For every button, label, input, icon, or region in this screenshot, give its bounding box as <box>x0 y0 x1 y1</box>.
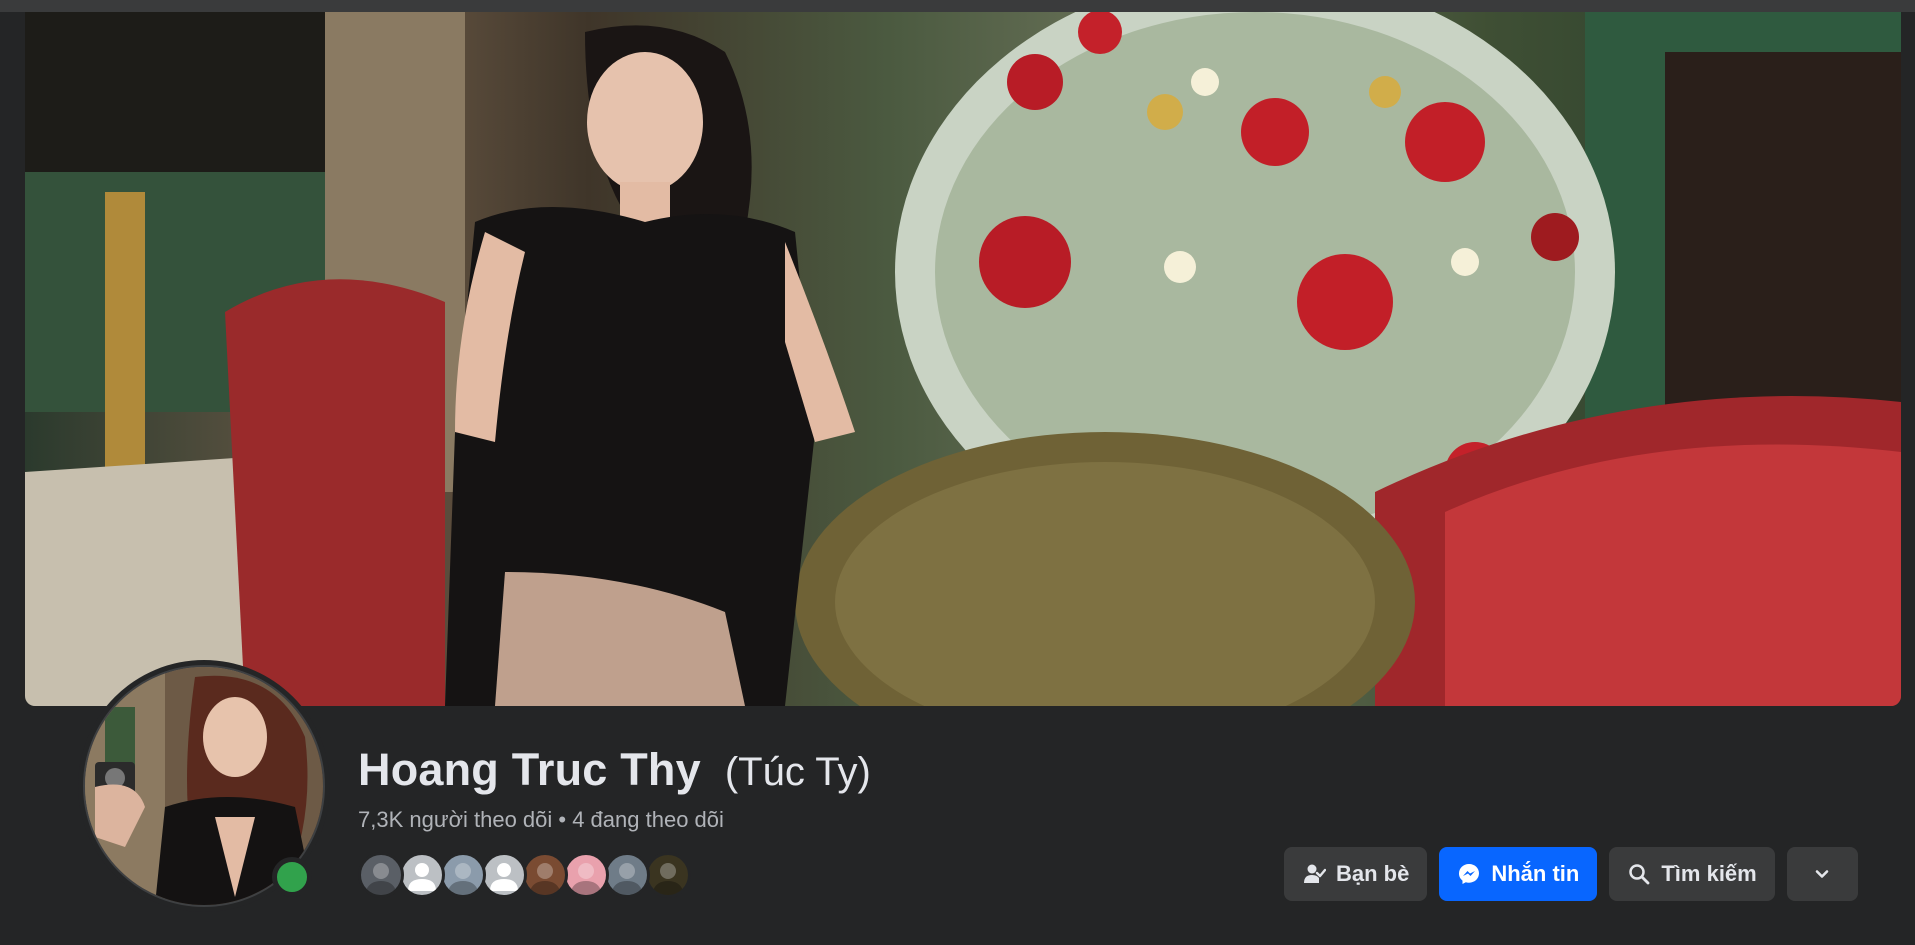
friends-button[interactable]: Bạn bè <box>1284 847 1428 901</box>
friend-photo-icon <box>447 863 479 895</box>
message-button-label: Nhắn tin <box>1491 861 1580 886</box>
mutual-friend-avatar[interactable] <box>645 852 691 898</box>
message-button[interactable]: Nhắn tin <box>1439 847 1598 901</box>
friend-photo-icon <box>365 863 397 895</box>
mutual-friend-avatar[interactable] <box>563 852 609 898</box>
profile-name: Hoang Truc Thy <box>358 744 701 795</box>
mutual-friends-avatars <box>358 852 691 898</box>
messenger-icon <box>1457 862 1481 886</box>
top-bar <box>0 0 1915 12</box>
more-options-button[interactable] <box>1786 847 1858 901</box>
default-user-icon <box>408 863 436 891</box>
friend-check-icon <box>1302 862 1326 886</box>
profile-alternate-name: (Túc Ty) <box>724 750 871 794</box>
profile-name-row: Hoang Truc Thy (Túc Ty) <box>358 744 871 796</box>
mutual-friend-avatar[interactable] <box>522 852 568 898</box>
mutual-friend-avatar[interactable] <box>440 852 486 898</box>
search-button-label: Tìm kiếm <box>1661 861 1757 886</box>
friends-button-label: Bạn bè <box>1336 861 1410 886</box>
mutual-friend-avatar[interactable] <box>399 852 445 898</box>
friend-photo-icon <box>652 863 684 895</box>
cover-photo-illustration <box>25 12 1901 706</box>
profile-actions: Bạn bè Nhắn tin Tìm kiếm <box>1284 847 1858 901</box>
search-button[interactable]: Tìm kiếm <box>1609 847 1775 901</box>
friend-photo-icon <box>611 863 643 895</box>
search-icon <box>1627 862 1651 886</box>
cover-photo[interactable] <box>25 12 1901 706</box>
online-status-indicator <box>272 857 312 897</box>
mutual-friend-avatar[interactable] <box>481 852 527 898</box>
followers-count[interactable]: 7,3K người theo dõi • 4 đang theo dõi <box>358 807 724 833</box>
mutual-friend-avatar[interactable] <box>358 852 404 898</box>
friend-photo-icon <box>529 863 561 895</box>
mutual-friend-avatar[interactable] <box>604 852 650 898</box>
friend-photo-icon <box>570 863 602 895</box>
default-user-icon <box>490 863 518 891</box>
chevron-down-icon <box>1813 865 1831 883</box>
